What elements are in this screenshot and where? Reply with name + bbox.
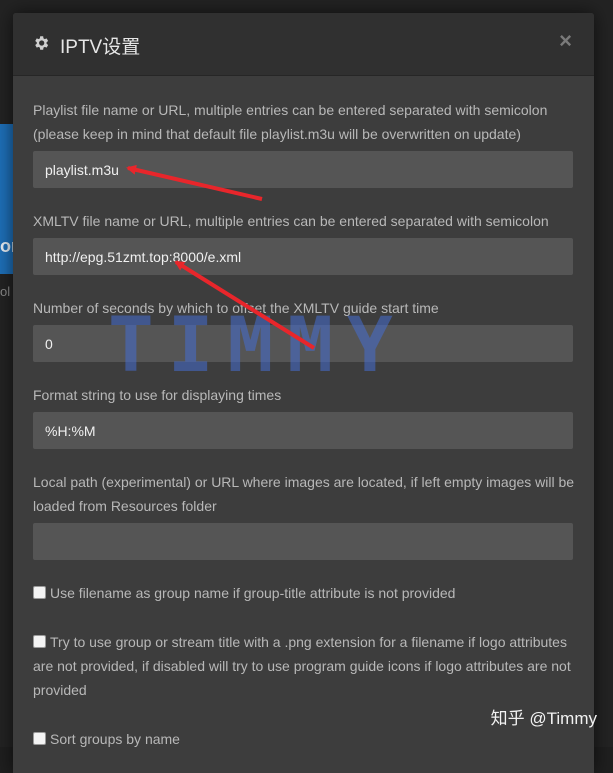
offset-input[interactable] (33, 325, 573, 362)
background-side-text: ol (0, 284, 10, 299)
iptv-settings-dialog: IPTV设置 × Playlist file name or URL, mult… (13, 13, 594, 773)
sort-groups-label: Sort groups by name (50, 731, 180, 747)
images-path-input[interactable] (33, 523, 573, 560)
filename-group-option: Use filename as group name if group-titl… (33, 581, 578, 605)
gear-icon (32, 34, 50, 52)
dialog-header: IPTV设置 × (13, 13, 594, 76)
dialog-title: IPTV设置 (60, 32, 140, 59)
close-icon[interactable]: × (559, 30, 572, 52)
time-format-input[interactable] (33, 412, 573, 449)
sort-groups-option: Sort groups by name (33, 727, 578, 751)
filename-group-label: Use filename as group name if group-titl… (50, 585, 455, 601)
xmltv-input[interactable] (33, 238, 573, 275)
png-title-checkbox[interactable] (33, 635, 46, 648)
filename-group-checkbox[interactable] (33, 586, 46, 599)
playlist-input[interactable] (33, 151, 573, 188)
png-title-label: Try to use group or stream title with a … (33, 634, 571, 698)
png-title-option: Try to use group or stream title with a … (33, 630, 578, 702)
xmltv-label: XMLTV file name or URL, multiple entries… (33, 209, 578, 233)
playlist-label: Playlist file name or URL, multiple entr… (33, 98, 578, 146)
sort-groups-checkbox[interactable] (33, 732, 46, 745)
time-format-label: Format string to use for displaying time… (33, 383, 578, 407)
images-path-label: Local path (experimental) or URL where i… (33, 470, 578, 518)
offset-label: Number of seconds by which to offset the… (33, 296, 578, 320)
